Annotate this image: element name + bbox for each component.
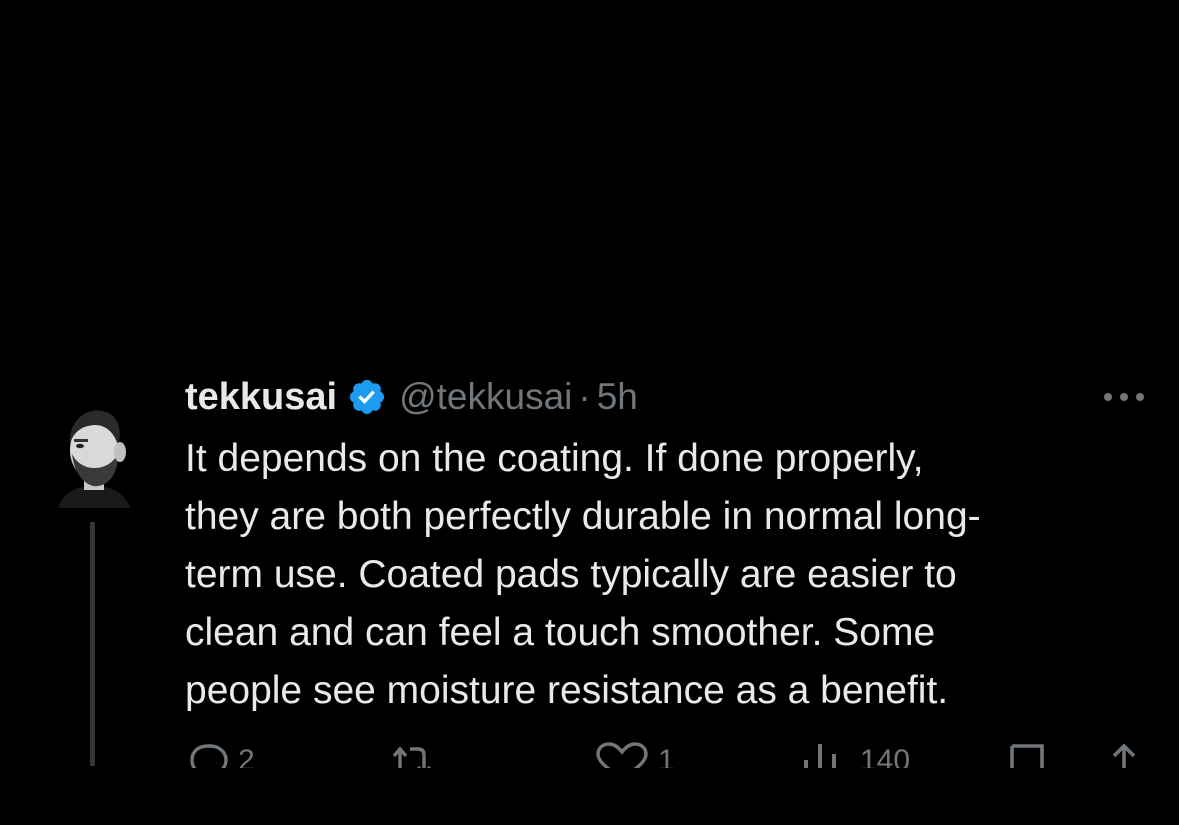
- views-count: 140: [860, 744, 911, 768]
- retweet-icon: [386, 742, 438, 768]
- handle[interactable]: @tekkusai: [399, 376, 572, 418]
- tweet-text-line: term use. Coated pads typically are easi…: [185, 553, 957, 596]
- reply-count: 2: [238, 744, 255, 768]
- views-icon: [800, 742, 852, 768]
- tweet-text-line: clean and can feel a touch smoother. Som…: [185, 611, 936, 654]
- share-icon: [1104, 742, 1144, 768]
- action-bar: 2 1 140: [0, 742, 1179, 768]
- like-button[interactable]: 1: [594, 742, 675, 768]
- thread-line: [90, 522, 95, 766]
- tweet[interactable]: tekkusai @tekkusai · 5h It depends on th…: [0, 0, 1179, 825]
- verified-badge-icon: [347, 377, 387, 417]
- reply-icon: [186, 742, 230, 768]
- display-name[interactable]: tekkusai: [185, 376, 337, 419]
- reply-button[interactable]: 2: [186, 742, 255, 768]
- bookmark-button[interactable]: [1008, 742, 1048, 768]
- avatar[interactable]: [50, 400, 136, 512]
- bookmark-icon: [1008, 742, 1048, 768]
- separator-dot: ·: [578, 376, 591, 417]
- timestamp[interactable]: 5h: [597, 376, 638, 418]
- tweet-text-line: It depends on the coating. If done prope…: [185, 437, 924, 480]
- tweet-text: It depends on the coating. If done prope…: [185, 430, 1145, 720]
- like-icon: [594, 742, 650, 768]
- tweet-text-line: people see moisture resistance as a bene…: [185, 669, 949, 712]
- more-options-icon[interactable]: [1100, 384, 1148, 410]
- tweet-header: tekkusai @tekkusai · 5h: [185, 372, 638, 422]
- share-button[interactable]: [1104, 742, 1144, 768]
- views-button[interactable]: 140: [800, 742, 910, 768]
- retweet-button[interactable]: [386, 742, 446, 768]
- like-count: 1: [658, 744, 675, 768]
- tweet-text-line: they are both perfectly durable in norma…: [185, 495, 981, 538]
